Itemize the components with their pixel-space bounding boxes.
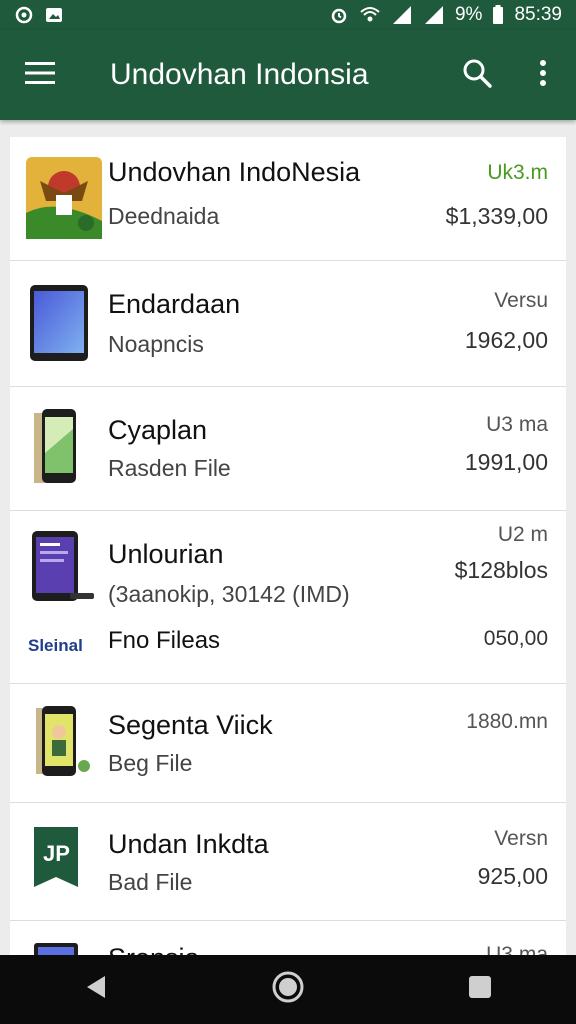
item-name: Endardaan (108, 289, 241, 319)
menu-button[interactable] (0, 30, 80, 120)
item-subtitle: Deednaida (108, 203, 220, 229)
clock: 85:39 (514, 4, 562, 25)
wifi-icon (359, 5, 381, 25)
item-meta: 1880.mn (466, 710, 548, 733)
signal-icon (423, 5, 445, 25)
navigation-bar (0, 955, 576, 1024)
list-item[interactable]: JP Undan Inkdta Bad File Versn 925,00 (10, 803, 566, 921)
notification-icon (14, 5, 34, 25)
book-logo-icon: JP (32, 827, 80, 892)
list-item[interactable]: Segenta Viick Beg File 1880.mn (10, 684, 566, 803)
alarm-icon (329, 5, 349, 25)
item-name: Cyaplan (108, 415, 208, 445)
battery-icon (492, 5, 504, 25)
status-bar: 9% 85:39 (0, 0, 576, 30)
back-button[interactable] (66, 960, 126, 1020)
emblem-icon (26, 157, 102, 244)
back-icon (83, 974, 109, 1005)
item-subtitle: Noapncis (108, 331, 204, 357)
home-icon (271, 970, 305, 1009)
phone-portrait-icon (32, 706, 92, 785)
home-button[interactable] (258, 960, 318, 1020)
more-vert-icon (539, 59, 547, 92)
search-icon (462, 58, 492, 93)
item-name: Unlourian (108, 539, 224, 569)
page-title: Undovhan Indonsia (110, 58, 369, 91)
item-value: 1991,00 (464, 449, 548, 475)
item-meta: U2 m (497, 523, 548, 546)
signal-icon (391, 5, 413, 25)
app-bar: Undovhan Indonsia (0, 30, 576, 120)
file-list: Undovhan IndoNesia Deednaida Uk3.m $1,33… (10, 137, 566, 957)
item-name: Segenta Viick (108, 710, 273, 740)
item-value: 925,00 (477, 863, 548, 889)
recents-button[interactable] (450, 960, 510, 1020)
item-value: 1962,00 (464, 327, 548, 353)
item-subtitle: Rasden File (108, 455, 231, 481)
item-meta: U3 ma (486, 413, 548, 436)
more-options-button[interactable] (510, 30, 576, 120)
tablet-icon (30, 285, 90, 370)
brand-logo-icon: Sleinal (28, 633, 92, 662)
item-subtitle: (3aanokip, 30142 (IMD) (108, 581, 350, 607)
item-subtitle: Beg File (108, 750, 193, 776)
list-item[interactable]: Cyaplan Rasden File U3 ma 1991,00 (10, 387, 566, 511)
search-button[interactable] (444, 30, 510, 120)
list-item[interactable]: Endardaan Noapncis Versu 1962,00 (10, 261, 566, 387)
item-meta: Versu (494, 289, 548, 312)
item-name: Fno Fileas (108, 627, 221, 654)
list-item[interactable]: Unlourian (3aanokip, 30142 (IMD) U2 m $1… (10, 511, 566, 684)
list-item[interactable]: Srensia U3 ma (10, 921, 566, 957)
item-name: Undan Inkdta (108, 829, 269, 859)
phone-purple-icon (30, 531, 96, 612)
svg-text:JP: JP (43, 841, 70, 866)
item-meta: Versn (494, 827, 548, 850)
item-subtitle: Bad File (108, 869, 193, 895)
menu-icon (25, 61, 55, 89)
item-name: Undovhan IndoNesia (108, 157, 361, 187)
image-icon (44, 5, 64, 25)
phone-icon (32, 409, 82, 494)
battery-percent: 9% (454, 4, 483, 25)
item-meta: Uk3.m (487, 161, 548, 184)
list-item[interactable]: Undovhan IndoNesia Deednaida Uk3.m $1,33… (10, 137, 566, 261)
item-value: $1,339,00 (445, 203, 548, 229)
item-value: 050,00 (483, 627, 548, 650)
item-value: $128blos (454, 557, 548, 583)
recents-icon (467, 974, 493, 1005)
svg-text:Sleinal: Sleinal (28, 636, 83, 655)
